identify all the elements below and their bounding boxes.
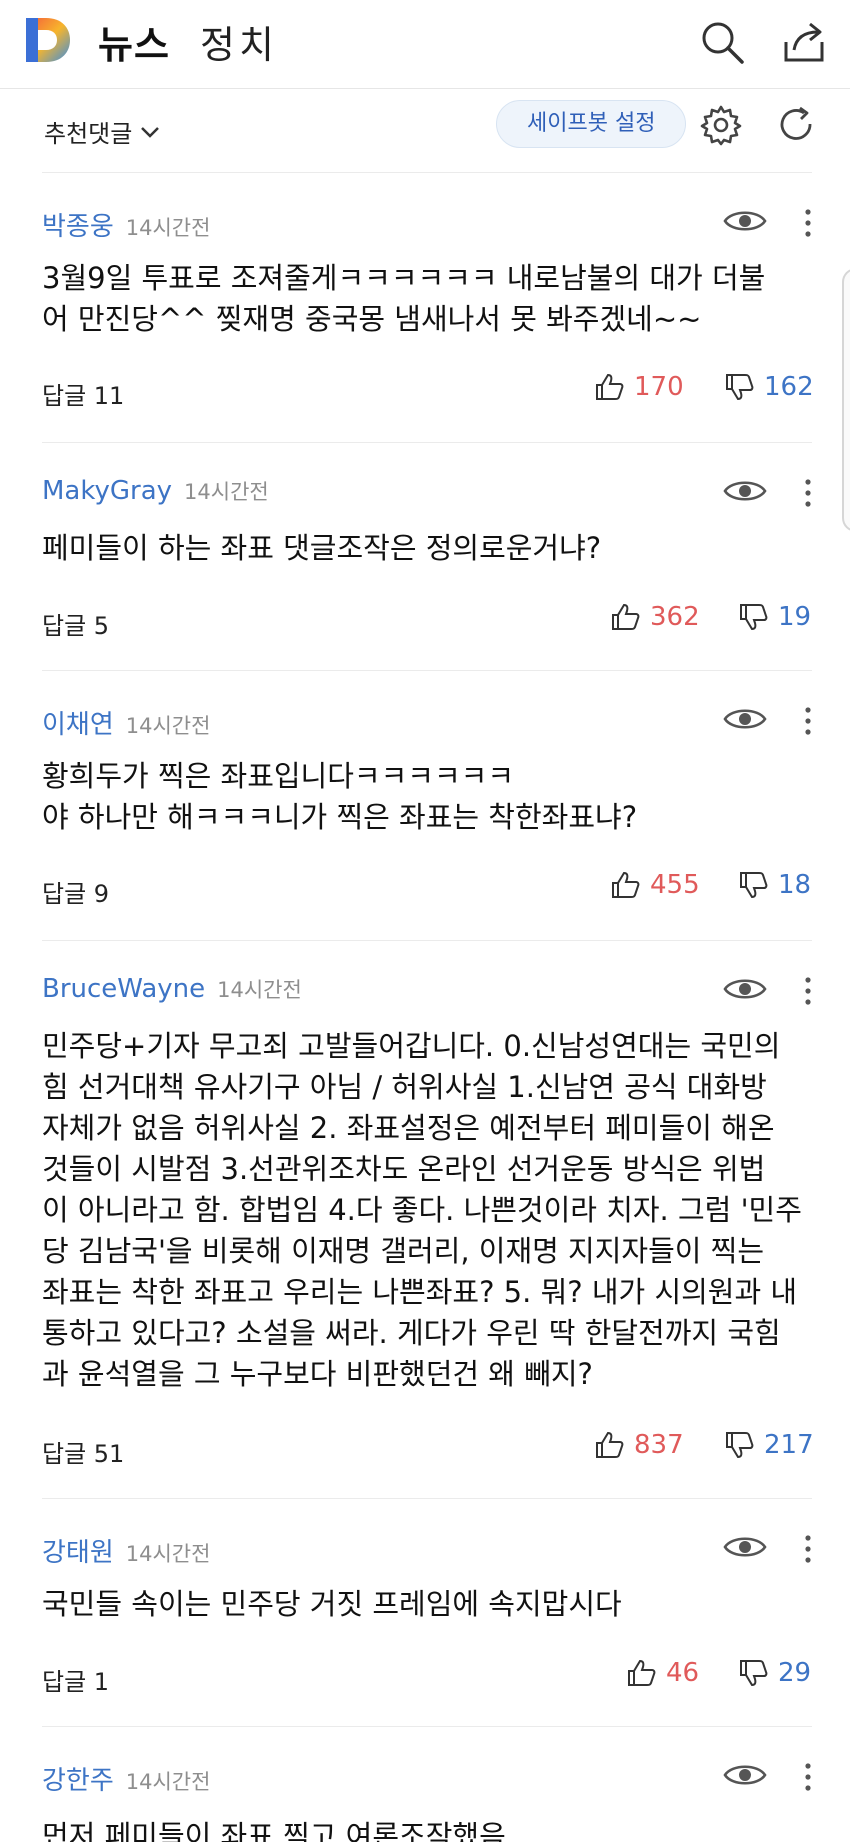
sort-label: 추천댓글	[44, 120, 133, 148]
dislike-count: 18	[778, 870, 812, 900]
divider	[42, 172, 812, 173]
divider	[42, 670, 812, 671]
thumbs-up-icon	[628, 1659, 656, 1686]
like-count: 362	[650, 602, 700, 632]
comment-text: 황희두가 찍은 좌표입니다ㅋㅋㅋㅋㅋㅋ 야 하나만 해ㅋㅋㅋ니가 찍은 좌표는 …	[42, 759, 638, 834]
gear-icon[interactable]	[700, 104, 742, 146]
dislike-button[interactable]: 18	[738, 870, 811, 900]
eye-icon[interactable]	[722, 704, 768, 734]
thumbs-up-icon	[596, 373, 624, 400]
daum-logo-icon[interactable]	[22, 14, 74, 66]
comment-item: BruceWayne 14시간전 민주당+기자 무고죄 고발들어갑니다. 0.신남…	[0, 974, 850, 1494]
comment-item: 이채연 14시간전 황희두가 찍은 좌표입니다ㅋㅋㅋㅋㅋㅋ 야 하나만 해ㅋㅋㅋ니…	[0, 704, 850, 936]
scroll-handle[interactable]	[842, 268, 850, 532]
more-options-icon[interactable]	[800, 1762, 816, 1792]
like-button[interactable]: 170	[594, 372, 684, 402]
eye-icon[interactable]	[722, 206, 768, 236]
comment-text: 먼저 페미들이 좌표 찍고 여론조작했음	[42, 1819, 506, 1842]
more-options-icon[interactable]	[800, 208, 816, 238]
comment-author[interactable]: 강한주 14시간전	[42, 1760, 210, 1797]
thumbs-up-icon	[596, 1431, 624, 1458]
dislike-count: 162	[764, 372, 814, 402]
section-title[interactable]: 뉴스	[98, 14, 170, 69]
comment-time: 14시간전	[125, 714, 211, 738]
thumbs-up-icon	[612, 871, 640, 898]
comment-text: 3월9일 투표로 조져줄게ㅋㅋㅋㅋㅋㅋ 내로남불의 대가 더불 어 만진당^^ …	[42, 261, 766, 336]
refresh-icon[interactable]	[776, 104, 818, 146]
divider	[42, 442, 812, 443]
dislike-button[interactable]: 19	[738, 602, 811, 632]
comment-time: 14시간전	[125, 1770, 211, 1794]
comment-item: 박종웅 14시간전 3월9일 투표로 조져줄게ㅋㅋㅋㅋㅋㅋ 내로남불의 대가 더불…	[0, 206, 850, 438]
comment-time: 14시간전	[125, 216, 211, 240]
thumbs-up-icon	[612, 603, 640, 630]
like-button[interactable]: 837	[594, 1430, 684, 1460]
reply-button[interactable]: 답글 9	[42, 874, 109, 909]
comment-text: 페미들이 하는 좌표 댓글조작은 정의로운거냐?	[42, 531, 602, 565]
category-title: 정치	[200, 23, 278, 67]
thumbs-down-icon	[726, 374, 754, 401]
comment-item: MakyGray 14시간전 페미들이 하는 좌표 댓글조작은 정의로운거냐? 답…	[0, 476, 850, 666]
comment-item: 강태원 14시간전 국민들 속이는 민주당 거짓 프레임에 속지맙시다 답글 1 …	[0, 1532, 850, 1722]
like-count: 455	[650, 870, 700, 900]
app-header: 뉴스 정치	[0, 0, 850, 89]
sort-dropdown[interactable]: 추천댓글	[44, 114, 160, 149]
dislike-count: 19	[778, 602, 812, 632]
comment-text: 국민들 속이는 민주당 거짓 프레임에 속지맙시다	[42, 1587, 622, 1621]
like-button[interactable]: 362	[610, 602, 700, 632]
dislike-button[interactable]: 217	[724, 1430, 814, 1460]
more-options-icon[interactable]	[800, 706, 816, 736]
dislike-button[interactable]: 162	[724, 372, 814, 402]
comment-author[interactable]: 박종웅 14시간전	[42, 206, 210, 243]
comment-text: 민주당+기자 무고죄 고발들어갑니다. 0.신남성연대는 국민의 힘 선거대책 …	[42, 1029, 802, 1391]
safebot-settings-button[interactable]: 세이프봇 설정	[496, 100, 687, 148]
reply-button[interactable]: 답글 51	[42, 1434, 124, 1469]
divider	[42, 1498, 812, 1499]
eye-icon[interactable]	[722, 476, 768, 506]
thumbs-down-icon	[740, 604, 768, 631]
dislike-count: 217	[764, 1430, 814, 1460]
search-icon[interactable]	[698, 18, 746, 66]
thumbs-down-icon	[740, 872, 768, 899]
dislike-button[interactable]: 29	[738, 1658, 811, 1688]
eye-icon[interactable]	[722, 974, 768, 1004]
more-options-icon[interactable]	[800, 976, 816, 1006]
more-options-icon[interactable]	[800, 1534, 816, 1564]
like-count: 46	[666, 1658, 700, 1688]
more-options-icon[interactable]	[800, 478, 816, 508]
comment-author[interactable]: BruceWayne 14시간전	[42, 974, 302, 1004]
thumbs-down-icon	[726, 1432, 754, 1459]
divider	[42, 940, 812, 941]
like-button[interactable]: 455	[610, 870, 700, 900]
comment-item: 강한주 14시간전 먼저 페미들이 좌표 찍고 여론조작했음	[0, 1760, 850, 1842]
like-count: 170	[634, 372, 684, 402]
eye-icon[interactable]	[722, 1532, 768, 1562]
thumbs-down-icon	[740, 1660, 768, 1687]
eye-icon[interactable]	[722, 1760, 768, 1790]
dislike-count: 29	[778, 1658, 812, 1688]
comment-author[interactable]: 강태원 14시간전	[42, 1532, 210, 1569]
comment-time: 14시간전	[125, 1542, 211, 1566]
comment-author[interactable]: MakyGray 14시간전	[42, 476, 269, 506]
comment-time: 14시간전	[184, 480, 269, 504]
comment-time: 14시간전	[217, 978, 302, 1002]
reply-button[interactable]: 답글 1	[42, 1662, 109, 1697]
share-icon[interactable]	[780, 18, 828, 66]
divider	[42, 1726, 812, 1727]
comment-toolbar: 추천댓글 세이프봇 설정	[0, 88, 850, 170]
chevron-down-icon	[141, 126, 160, 138]
reply-button[interactable]: 답글 11	[42, 376, 124, 411]
comment-author[interactable]: 이채연 14시간전	[42, 704, 210, 741]
like-button[interactable]: 46	[626, 1658, 699, 1688]
like-count: 837	[634, 1430, 684, 1460]
reply-button[interactable]: 답글 5	[42, 606, 109, 641]
